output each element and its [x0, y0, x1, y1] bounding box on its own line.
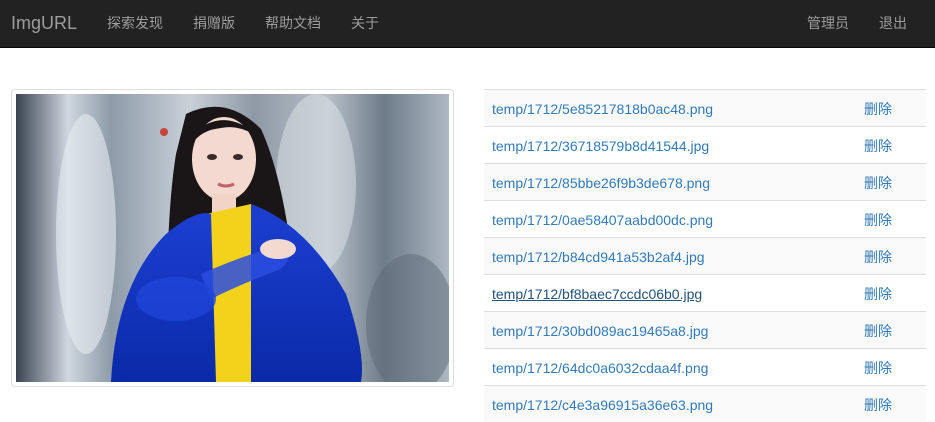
delete-link[interactable]: 删除 [864, 212, 892, 228]
preview-photo [16, 94, 449, 382]
delete-link[interactable]: 删除 [864, 138, 892, 154]
file-path-link[interactable]: temp/1712/c4e3a96915a36e63.png [492, 397, 713, 413]
table-row: temp/1712/36718579b8d41544.jpg 删除 [484, 126, 926, 163]
nav-about[interactable]: 关于 [351, 15, 379, 31]
file-path-link[interactable]: temp/1712/5e85217818b0ac48.png [492, 101, 713, 117]
file-list-table: temp/1712/5e85217818b0ac48.png 删除 temp/1… [484, 89, 926, 422]
delete-link[interactable]: 删除 [864, 101, 892, 117]
table-row: temp/1712/30bd089ac19465a8.jpg 删除 [484, 311, 926, 348]
nav-logout[interactable]: 退出 [879, 15, 907, 31]
delete-link[interactable]: 删除 [864, 323, 892, 339]
table-row: temp/1712/b84cd941a53b2af4.jpg 删除 [484, 237, 926, 274]
table-row: temp/1712/85bbe26f9b3de678.png 删除 [484, 163, 926, 200]
file-path-link[interactable]: temp/1712/0ae58407aabd00dc.png [492, 212, 713, 228]
file-path-link[interactable]: temp/1712/36718579b8d41544.jpg [492, 138, 709, 154]
delete-link[interactable]: 删除 [864, 286, 892, 302]
nav-help-docs[interactable]: 帮助文档 [265, 15, 321, 31]
brand-logo-link[interactable]: ImgURL [11, 13, 77, 33]
table-row: temp/1712/5e85217818b0ac48.png 删除 [484, 89, 926, 126]
file-path-link[interactable]: temp/1712/85bbe26f9b3de678.png [492, 175, 710, 191]
file-path-link[interactable]: temp/1712/64dc0a6032cdaa4f.png [492, 360, 708, 376]
file-path-link[interactable]: temp/1712/30bd089ac19465a8.jpg [492, 323, 708, 339]
file-path-link[interactable]: temp/1712/b84cd941a53b2af4.jpg [492, 249, 705, 265]
nav-donate[interactable]: 捐赠版 [193, 15, 235, 31]
top-navbar: ImgURL 探索发现 捐赠版 帮助文档 关于 管理员 退出 [0, 0, 935, 48]
nav-explore[interactable]: 探索发现 [107, 15, 163, 31]
table-row: temp/1712/0ae58407aabd00dc.png 删除 [484, 200, 926, 237]
delete-link[interactable]: 删除 [864, 249, 892, 265]
image-preview[interactable] [11, 89, 454, 387]
table-row: temp/1712/bf8baec7ccdc06b0.jpg 删除 [484, 274, 926, 311]
file-path-link[interactable]: temp/1712/bf8baec7ccdc06b0.jpg [492, 286, 702, 302]
delete-link[interactable]: 删除 [864, 175, 892, 191]
nav-admin[interactable]: 管理员 [807, 15, 849, 31]
table-row: temp/1712/c4e3a96915a36e63.png 删除 [484, 385, 926, 422]
table-row: temp/1712/64dc0a6032cdaa4f.png 删除 [484, 348, 926, 385]
delete-link[interactable]: 删除 [864, 397, 892, 413]
delete-link[interactable]: 删除 [864, 360, 892, 376]
